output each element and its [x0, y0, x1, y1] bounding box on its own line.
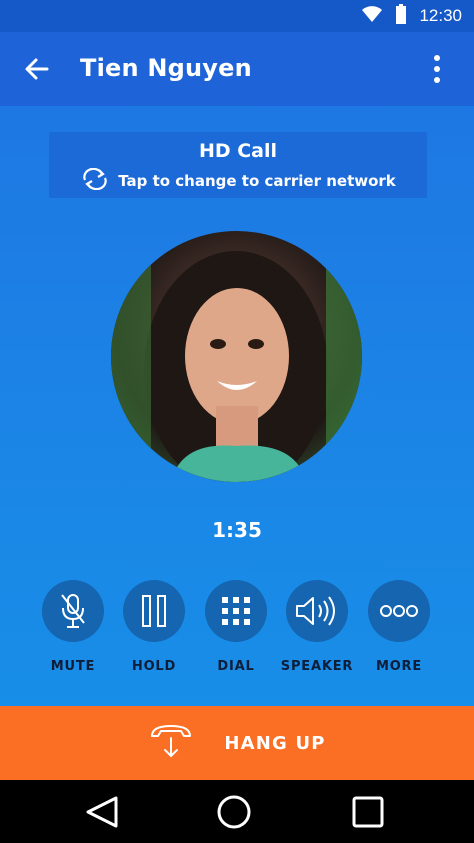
dial-button[interactable]: DIAL: [196, 580, 276, 674]
back-arrow-icon[interactable]: [22, 54, 52, 84]
wifi-icon: [361, 5, 383, 27]
speaker-label: SPEAKER: [280, 659, 354, 674]
dial-label: DIAL: [217, 659, 255, 674]
hang-up-button[interactable]: HANG UP: [0, 706, 474, 780]
mute-button[interactable]: MUTE: [33, 580, 113, 674]
mute-label: MUTE: [50, 659, 96, 674]
hold-button[interactable]: HOLD: [114, 580, 194, 674]
battery-icon: [395, 4, 407, 28]
dialpad-icon: [205, 580, 267, 642]
contact-avatar: [111, 231, 362, 482]
status-bar: 12:30: [0, 0, 474, 32]
hd-call-subtitle: Tap to change to carrier network: [118, 172, 396, 190]
back-triangle-icon[interactable]: [84, 794, 124, 830]
speaker-button[interactable]: SPEAKER: [277, 580, 357, 674]
speaker-icon: [286, 580, 348, 642]
contact-name: Tien Nguyen: [80, 54, 252, 82]
hold-label: HOLD: [131, 659, 177, 674]
sync-icon: [80, 167, 110, 194]
more-label: MORE: [375, 659, 423, 674]
status-time: 12:30: [419, 6, 462, 25]
home-circle-icon[interactable]: [216, 794, 256, 830]
hd-call-subtitle-row: Tap to change to carrier network: [49, 167, 427, 194]
more-button[interactable]: MORE: [359, 580, 439, 674]
call-controls: MUTE HOLD DIAL SPEAKER MORE: [0, 580, 474, 680]
more-vert-icon[interactable]: [422, 52, 452, 86]
more-horiz-icon: [368, 580, 430, 642]
mic-off-icon: [42, 580, 104, 642]
hangup-icon: [148, 722, 194, 764]
pause-icon: [123, 580, 185, 642]
call-duration: 1:35: [212, 518, 262, 542]
recents-square-icon[interactable]: [350, 794, 390, 830]
hang-up-label: HANG UP: [224, 732, 326, 754]
hd-call-banner[interactable]: HD Call Tap to change to carrier network: [49, 132, 427, 198]
hd-call-title: HD Call: [198, 140, 278, 162]
system-nav-bar: [0, 780, 474, 843]
app-bar: Tien Nguyen: [0, 32, 474, 106]
